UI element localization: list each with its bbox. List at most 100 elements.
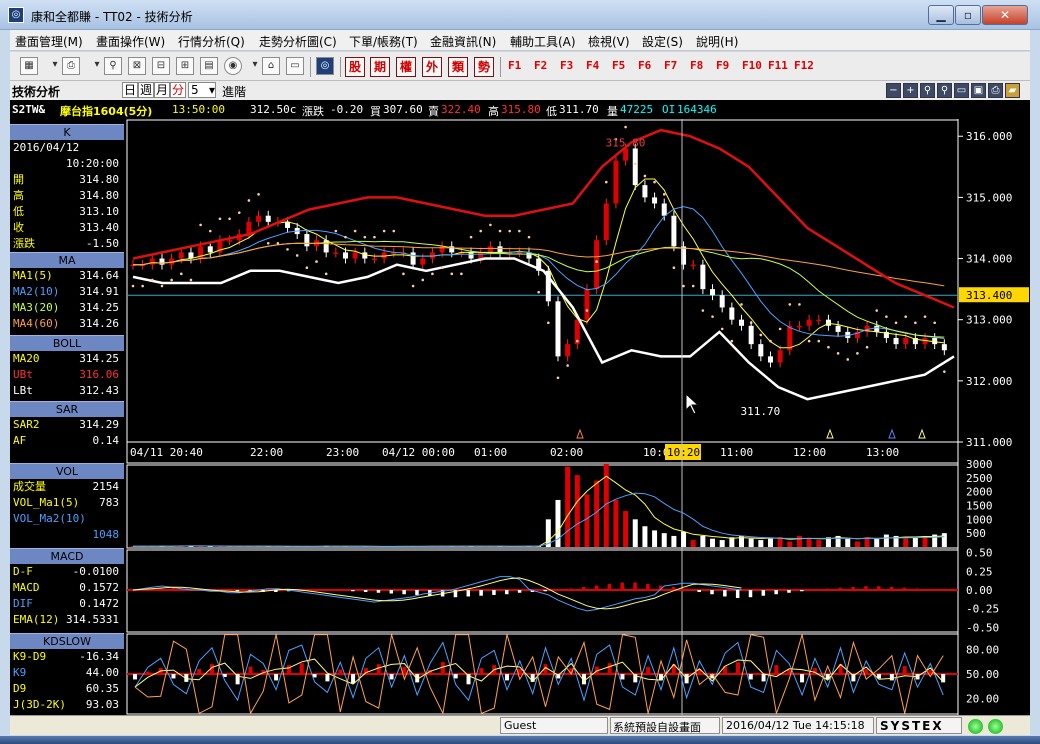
print-icon[interactable]: ⎙ xyxy=(988,83,1003,98)
volume-bar xyxy=(671,535,677,547)
macd-bar xyxy=(556,590,560,591)
period-day-tab[interactable]: 日 xyxy=(122,82,138,98)
futures-button[interactable]: 期 xyxy=(370,57,390,77)
sar-dot xyxy=(518,229,521,233)
macd-bar xyxy=(479,590,483,596)
sar-dot xyxy=(933,321,936,325)
f4-key[interactable]: F4 xyxy=(586,59,599,72)
stock-button[interactable]: 股 xyxy=(345,57,365,77)
candle-body xyxy=(478,252,484,259)
sector-button[interactable]: 類 xyxy=(448,57,468,77)
minimize-button[interactable]: ▁ xyxy=(928,5,954,25)
sar-dot xyxy=(315,260,318,263)
sar-dot xyxy=(189,278,193,282)
calendar-icon[interactable]: ▤ xyxy=(200,57,218,75)
menu-trend-chart[interactable]: 走勢分析圖(C) xyxy=(259,33,337,50)
menu-settings[interactable]: 設定(S) xyxy=(642,33,683,50)
f8-key[interactable]: F8 xyxy=(690,59,703,72)
monitor-icon[interactable]: ▭ xyxy=(286,57,304,75)
f7-key[interactable]: F7 xyxy=(664,59,677,72)
candle-body xyxy=(352,252,358,259)
period-month-tab[interactable]: 月 xyxy=(154,82,170,98)
kd-tick-label: 80.00 xyxy=(966,643,999,656)
zoom-out-icon[interactable]: − xyxy=(886,83,901,98)
time-tick-label: 04/11 20:40 xyxy=(130,446,203,459)
period-minute-tab[interactable]: 分 xyxy=(170,82,186,98)
sar-dot xyxy=(450,272,454,276)
volume-bar xyxy=(719,540,725,547)
magnify-plus-icon[interactable]: ⚲ xyxy=(937,83,952,98)
advanced-link[interactable]: 進階 xyxy=(222,83,246,100)
tile-window-icon[interactable]: ⊟ xyxy=(152,57,170,75)
menu-screen-operate[interactable]: 畫面操作(W) xyxy=(96,33,165,50)
globe-icon[interactable]: ◉ xyxy=(224,57,242,75)
folder-icon[interactable]: ▰ xyxy=(1005,83,1020,98)
f6-key[interactable]: F6 xyxy=(638,59,651,72)
volume-bar xyxy=(816,540,822,547)
af-value: 0.14 xyxy=(92,434,120,447)
menu-order-account[interactable]: 下單/帳務(T) xyxy=(349,33,418,50)
trend-button[interactable]: 勢 xyxy=(474,57,494,77)
link-icon[interactable]: ⌂ xyxy=(262,57,280,75)
search-icon[interactable]: ⚲ xyxy=(104,57,122,75)
sar-dot xyxy=(740,303,743,306)
chart-panel[interactable]: 316.000 315.000 314.000 313.000 312.000 311.0… xyxy=(10,119,1030,715)
save-icon[interactable]: ▣ xyxy=(971,83,986,98)
sar-dot xyxy=(131,284,135,288)
kd-bar xyxy=(299,663,304,675)
options-button[interactable]: 權 xyxy=(396,57,416,77)
ma4-label: MA4(60) xyxy=(13,317,60,330)
quote-low-label: 低 xyxy=(546,105,557,118)
maximize-button[interactable]: ▫ xyxy=(955,5,981,25)
sar-dot xyxy=(633,162,637,166)
menu-market-analysis[interactable]: 行情分析(Q) xyxy=(178,33,245,50)
f9-key[interactable]: F9 xyxy=(716,59,729,72)
comment-icon[interactable]: ▭ xyxy=(954,83,969,98)
sar-dot xyxy=(151,278,154,282)
candle-body xyxy=(739,319,745,326)
kd-bar xyxy=(620,674,625,680)
f12-key[interactable]: F12 xyxy=(794,59,814,72)
period-week-tab[interactable]: 週 xyxy=(138,82,154,98)
time-tick-label: 02:00 xyxy=(550,446,583,459)
close-window-icon[interactable]: ⊠ xyxy=(128,57,146,75)
k-open-label: 開 xyxy=(13,173,24,186)
zoom-in-icon[interactable]: + xyxy=(903,83,918,98)
sar-dot xyxy=(479,229,483,233)
menu-help[interactable]: 說明(H) xyxy=(696,33,738,50)
f11-key[interactable]: F11 xyxy=(768,59,788,72)
sar-dot xyxy=(576,339,579,343)
app-home-icon[interactable]: ◎ xyxy=(316,57,334,75)
menu-screen-manage[interactable]: 畫面管理(M) xyxy=(15,33,83,50)
close-button[interactable]: ✕ xyxy=(982,5,1028,25)
menu-finance-info[interactable]: 金融資訊(N) xyxy=(430,33,496,50)
sar-dot xyxy=(537,290,540,294)
sar-dot xyxy=(334,229,338,233)
f5-key[interactable]: F5 xyxy=(612,59,625,72)
sar-dot xyxy=(489,223,492,227)
sar-dot xyxy=(730,339,734,343)
volume-bar xyxy=(912,537,918,547)
vol-ma1-label: VOL_Ma1(5) xyxy=(13,496,80,509)
f10-key[interactable]: F10 xyxy=(742,59,762,72)
crosshair-time-label: 10:20 xyxy=(667,446,700,459)
f1-key[interactable]: F1 xyxy=(508,59,521,72)
chevron-down-icon[interactable]: ▾ xyxy=(206,82,218,98)
menu-tools[interactable]: 輔助工具(A) xyxy=(510,33,576,50)
chart-canvas[interactable]: 316.000 315.000 314.000 313.000 312.000 311.0… xyxy=(10,119,1030,715)
screen-layout-icon[interactable]: ▦ xyxy=(20,57,38,75)
volume-bar xyxy=(700,535,706,547)
cascade-window-icon[interactable]: ⊞ xyxy=(176,57,194,75)
f2-key[interactable]: F2 xyxy=(534,59,547,72)
panel-title: 技術分析 xyxy=(12,85,61,99)
kd-bar xyxy=(453,674,458,679)
menu-view[interactable]: 檢視(V) xyxy=(588,33,630,50)
magnify-minus-icon[interactable]: ⚲ xyxy=(920,83,935,98)
foreign-button[interactable]: 外 xyxy=(422,57,442,77)
f3-key[interactable]: F3 xyxy=(560,59,573,72)
k-close-label: 收 xyxy=(13,221,24,234)
candle-body xyxy=(256,215,262,222)
candle-body xyxy=(371,258,377,261)
printer-icon[interactable]: ⎙ xyxy=(62,57,80,75)
macd-bar xyxy=(928,589,932,591)
